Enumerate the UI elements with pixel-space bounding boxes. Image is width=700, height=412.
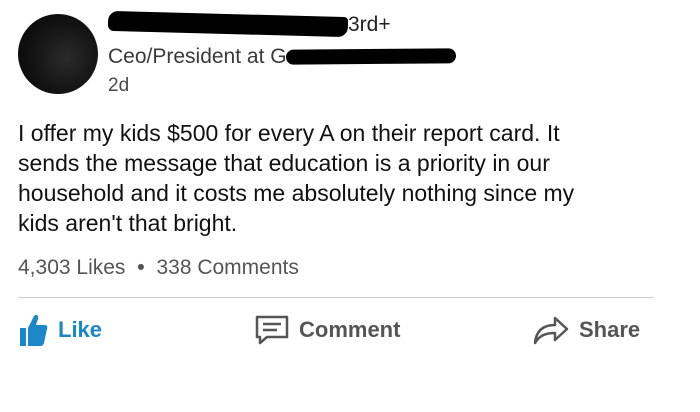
- actions-divider: [18, 297, 654, 298]
- comment-icon: [255, 315, 299, 345]
- redacted-author-name: [107, 10, 349, 38]
- post-body-line: I offer my kids $500 for every A on thei…: [18, 120, 560, 146]
- redacted-company-name: [285, 48, 457, 65]
- stats-separator: •: [137, 256, 145, 279]
- post-timestamp: 2d: [108, 75, 130, 96]
- post-body-line: kids aren't that bright.: [18, 210, 238, 236]
- post-body-line: sends the message that education is a pr…: [18, 150, 550, 176]
- connection-degree: 3rd+: [348, 13, 391, 36]
- post-body-line: household and it costs me absolutely not…: [18, 180, 575, 206]
- share-label: Share: [579, 317, 641, 342]
- likes-count[interactable]: 4,303 Likes: [18, 256, 125, 279]
- like-label: Like: [58, 317, 103, 342]
- like-button[interactable]: Like: [18, 310, 102, 350]
- comments-count[interactable]: 338 Comments: [156, 256, 298, 279]
- post-stats: 4,303 Likes • 338 Comments: [18, 256, 299, 280]
- post-body: I offer my kids $500 for every A on thei…: [18, 118, 688, 238]
- feed-post: 3rd+ Ceo/President at G 2d I offer my ki…: [0, 0, 700, 375]
- comment-label: Comment: [299, 317, 401, 342]
- author-headline: Ceo/President at G: [108, 45, 287, 68]
- comment-button[interactable]: Comment: [255, 310, 400, 350]
- thumbs-up-icon: [18, 313, 58, 347]
- author-avatar[interactable]: [18, 14, 98, 94]
- share-arrow-icon: [533, 315, 579, 345]
- share-button[interactable]: Share: [533, 310, 640, 350]
